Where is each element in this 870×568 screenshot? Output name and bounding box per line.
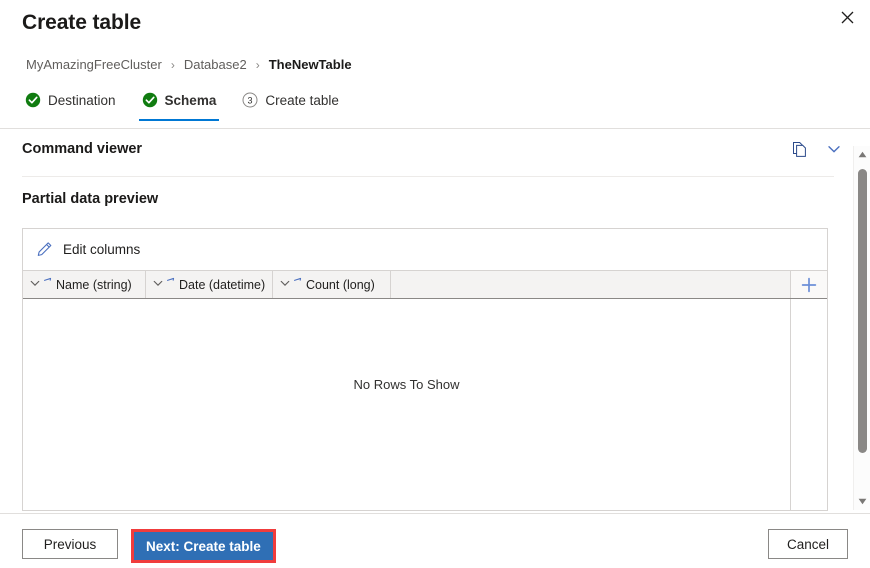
tab-destination-label: Destination [48,92,116,108]
edit-columns-button[interactable]: Edit columns [36,241,140,258]
footer-divider [0,513,870,514]
scrollbar-track[interactable] [854,163,870,493]
tab-schema-label: Schema [164,92,217,108]
grid-toolbar: Edit columns [23,229,827,271]
previous-button[interactable]: Previous [22,529,118,559]
chevron-down-icon[interactable] [824,139,844,159]
command-viewer-title: Command viewer [22,141,143,157]
column-type-icon [43,277,53,292]
check-circle-icon [142,92,158,108]
column-header-count-label: Count (long) [306,277,375,292]
next-create-table-button[interactable]: Next: Create table [134,532,273,560]
column-header-date[interactable]: Date (datetime) [146,271,273,298]
column-header-name-label: Name (string) [56,277,132,292]
svg-text:3: 3 [248,95,253,105]
edit-columns-label: Edit columns [63,242,141,257]
data-preview-grid: Edit columns Name (string) Date (datetim… [22,228,828,511]
column-header-date-label: Date (datetime) [179,277,266,292]
tab-create-table[interactable]: 3 Create table [239,92,342,121]
grid-header-row: Name (string) Date (datetime) Count (lon… [23,271,827,299]
create-table-dialog: Create table MyAmazingFreeCluster › Data… [0,0,870,568]
wizard-steps: Destination Schema 3 Create table [22,92,342,121]
close-icon[interactable] [824,0,870,34]
triangle-up-icon[interactable] [854,146,870,163]
page-title: Create table [22,11,142,34]
next-button-highlight: Next: Create table [131,529,276,563]
scrollbar-thumb[interactable] [857,169,867,453]
grid-header-spacer [391,271,791,298]
tab-schema[interactable]: Schema [138,92,220,121]
chevron-down-icon [279,277,291,292]
breadcrumb: MyAmazingFreeCluster › Database2 › TheNe… [26,57,352,72]
breadcrumb-item-table: TheNewTable [268,57,352,72]
breadcrumb-separator: › [170,57,175,72]
vertical-scrollbar[interactable] [853,146,870,510]
chevron-down-icon [152,277,164,292]
breadcrumb-item-database[interactable]: Database2 [184,57,247,72]
breadcrumb-item-cluster[interactable]: MyAmazingFreeCluster [26,57,162,72]
empty-state-message: No Rows To Show [353,377,460,392]
grid-body: No Rows To Show [23,299,827,510]
grid-body-gutter [791,299,827,510]
pencil-icon [36,241,53,258]
column-type-icon [293,277,303,292]
copy-icon[interactable] [789,139,809,159]
column-header-count[interactable]: Count (long) [273,271,391,298]
step-number-icon: 3 [242,92,258,108]
check-circle-icon [25,92,41,108]
grid-body-rows: No Rows To Show [23,299,791,510]
command-viewer-divider [22,176,834,177]
chevron-down-icon [29,277,41,292]
command-viewer-actions [789,139,844,159]
cancel-button[interactable]: Cancel [768,529,848,559]
column-type-icon [166,277,176,292]
command-viewer-bar: Command viewer [0,129,870,169]
tab-destination[interactable]: Destination [22,92,119,121]
triangle-down-icon[interactable] [854,493,870,510]
column-header-name[interactable]: Name (string) [23,271,146,298]
tab-create-table-label: Create table [265,92,339,108]
breadcrumb-separator: › [255,57,260,72]
partial-data-preview-title: Partial data preview [22,191,159,207]
plus-icon[interactable] [791,271,827,298]
